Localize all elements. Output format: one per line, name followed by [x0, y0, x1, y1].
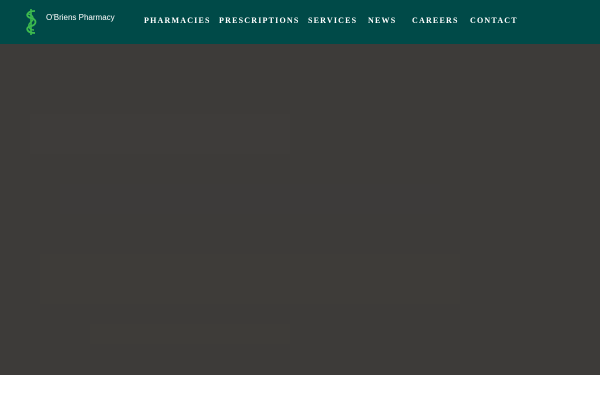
nav-item-services[interactable]: SERVICES — [308, 16, 357, 26]
main-nav: PHARMACIES PRESCRIPTIONS SERVICES NEWS C… — [0, 0, 600, 44]
nav-item-careers[interactable]: CAREERS — [412, 16, 459, 26]
hero-background-image — [0, 44, 600, 375]
site-header: O'Briens Pharmacy PHARMACIES PRESCRIPTIO… — [0, 0, 600, 44]
nav-item-news[interactable]: NEWS — [368, 16, 396, 26]
nav-item-prescriptions[interactable]: PRESCRIPTIONS — [219, 16, 300, 26]
nav-item-pharmacies[interactable]: PHARMACIES — [144, 16, 211, 26]
hero-banner — [0, 44, 600, 375]
nav-item-contact[interactable]: CONTACT — [470, 16, 518, 26]
content-below-hero — [0, 375, 600, 400]
page: O'Briens Pharmacy PHARMACIES PRESCRIPTIO… — [0, 0, 600, 400]
